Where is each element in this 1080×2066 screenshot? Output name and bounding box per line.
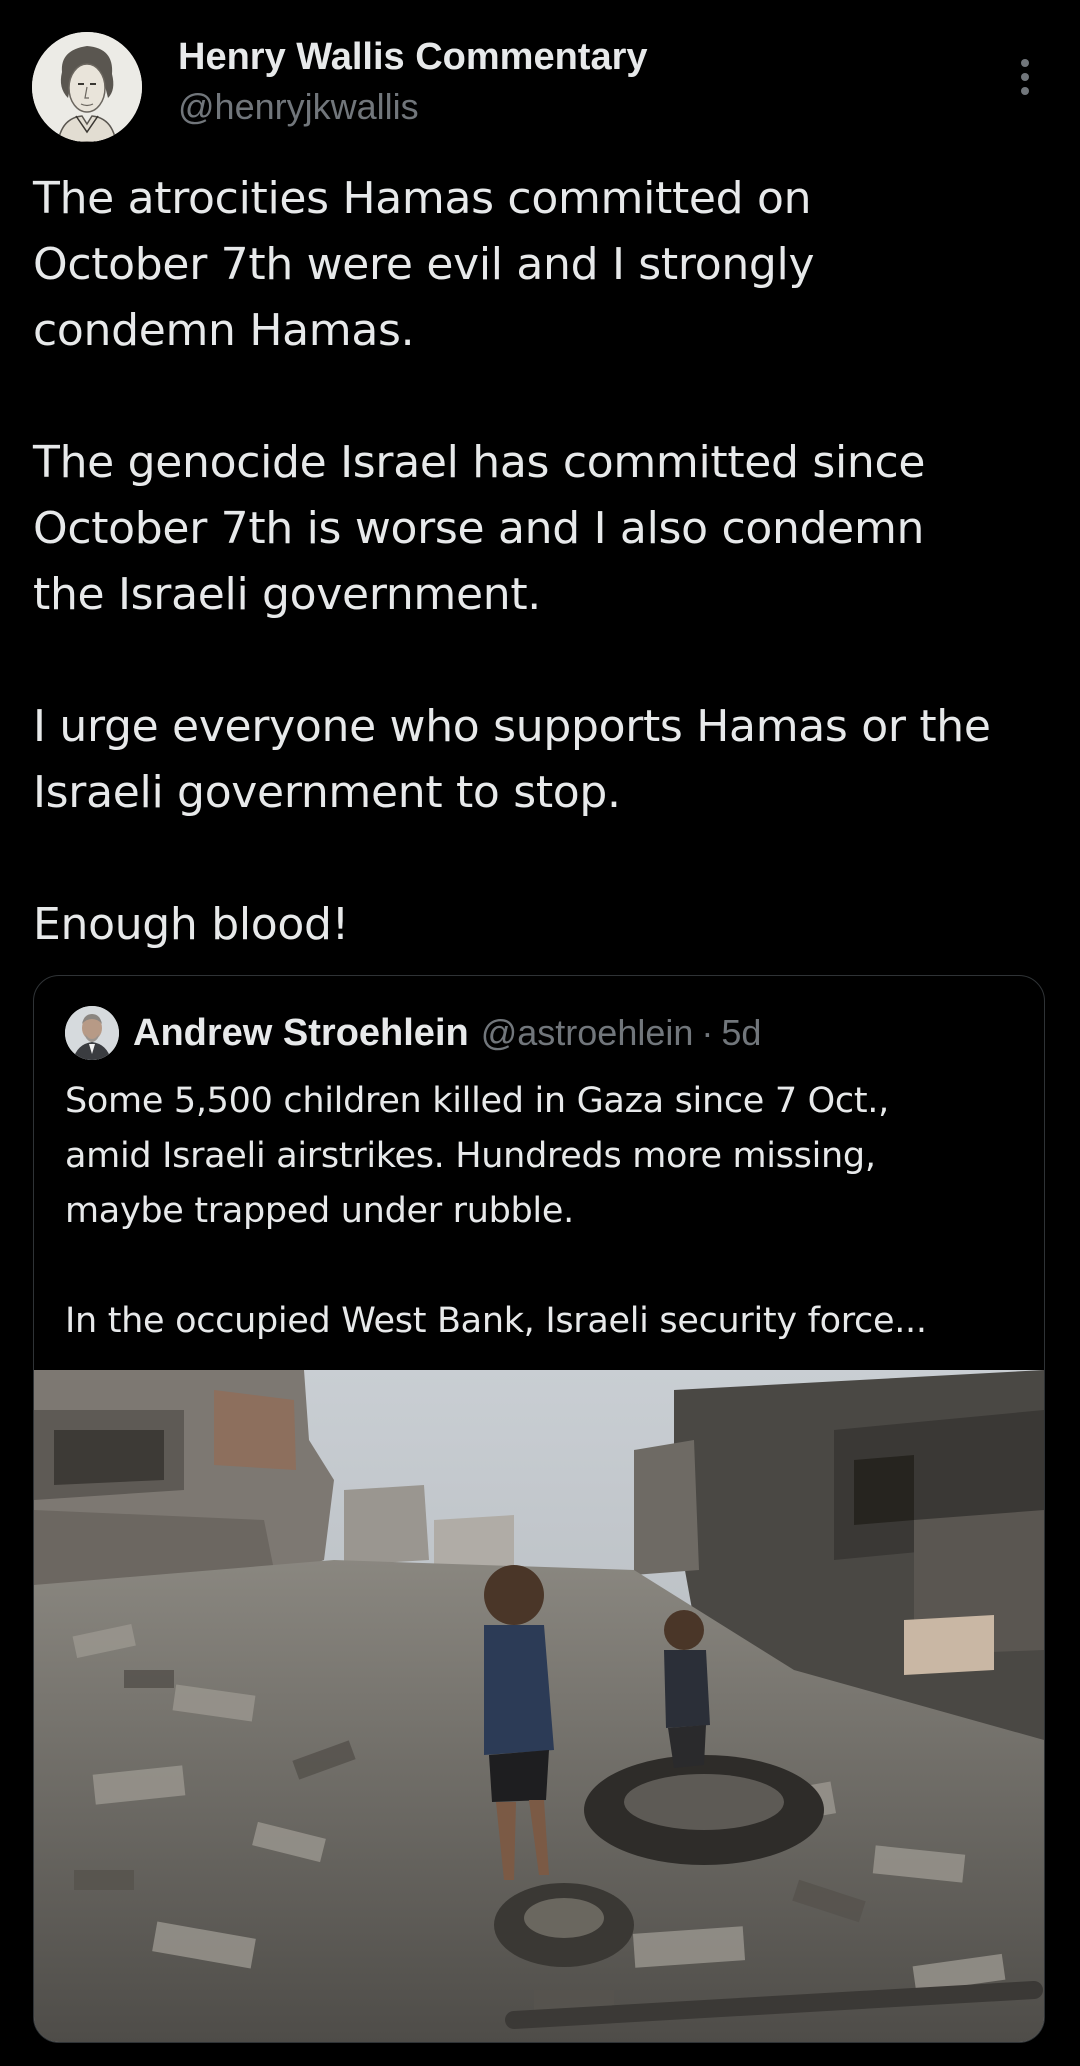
tweet-line: the Israeli government. [33, 569, 541, 620]
quoted-tweet-text: Some 5,500 children killed in Gaza since… [65, 1074, 1025, 1349]
tweet-line: October 7th is worse and I also condemn [33, 503, 925, 554]
tweet-line: Israeli government to stop. [33, 767, 621, 818]
children-in-rubble-photo [34, 1370, 1044, 2042]
portrait-photo-avatar [65, 1006, 119, 1060]
quoted-line: maybe trapped under rubble. [65, 1191, 574, 1231]
quoted-tweet-card[interactable]: Andrew Stroehlein @astroehlein · 5d Some… [33, 975, 1045, 2043]
more-vertical-icon [1021, 59, 1029, 95]
tweet-paragraph: The genocide Israel has committed since … [33, 430, 1053, 628]
quoted-author-display-name[interactable]: Andrew Stroehlein [133, 1012, 469, 1055]
quoted-line: amid Israeli airstrikes. Hundreds more m… [65, 1136, 876, 1176]
quoted-line: In the occupied West Bank, Israeli secur… [65, 1301, 927, 1341]
quoted-timestamp[interactable]: 5d [721, 1012, 761, 1054]
quoted-author-avatar[interactable] [65, 1006, 119, 1060]
quoted-paragraph: In the occupied West Bank, Israeli secur… [65, 1294, 1025, 1349]
tweet-paragraph: I urge everyone who supports Hamas or th… [33, 694, 1053, 826]
separator-dot: · [701, 1012, 714, 1053]
author-display-name[interactable]: Henry Wallis Commentary [178, 36, 648, 79]
author-avatar[interactable] [32, 32, 142, 142]
tweet-paragraph: The atrocities Hamas committed on Octobe… [33, 166, 1053, 364]
tweet-line: The atrocities Hamas committed on [33, 173, 812, 224]
author-handle[interactable]: @henryjkwallis [178, 86, 419, 128]
tweet-text: The atrocities Hamas committed on Octobe… [33, 166, 1053, 958]
quoted-paragraph: Some 5,500 children killed in Gaza since… [65, 1074, 1025, 1239]
tweet-line: October 7th were evil and I strongly [33, 239, 815, 290]
tweet-line: condemn Hamas. [33, 305, 415, 356]
quoted-tweet-header: Andrew Stroehlein @astroehlein · 5d [65, 1005, 761, 1061]
tweet-line: The genocide Israel has committed since [33, 437, 926, 488]
sketch-portrait-avatar [32, 32, 142, 142]
more-options-button[interactable] [1000, 52, 1050, 102]
tweet-line: Enough blood! [33, 899, 349, 950]
tweet-paragraph: Enough blood! [33, 892, 1053, 958]
quoted-line: Some 5,500 children killed in Gaza since… [65, 1081, 889, 1121]
tweet-line: I urge everyone who supports Hamas or th… [33, 701, 991, 752]
quoted-author-handle[interactable]: @astroehlein [481, 1012, 694, 1054]
quoted-media-photo[interactable] [34, 1370, 1044, 2042]
